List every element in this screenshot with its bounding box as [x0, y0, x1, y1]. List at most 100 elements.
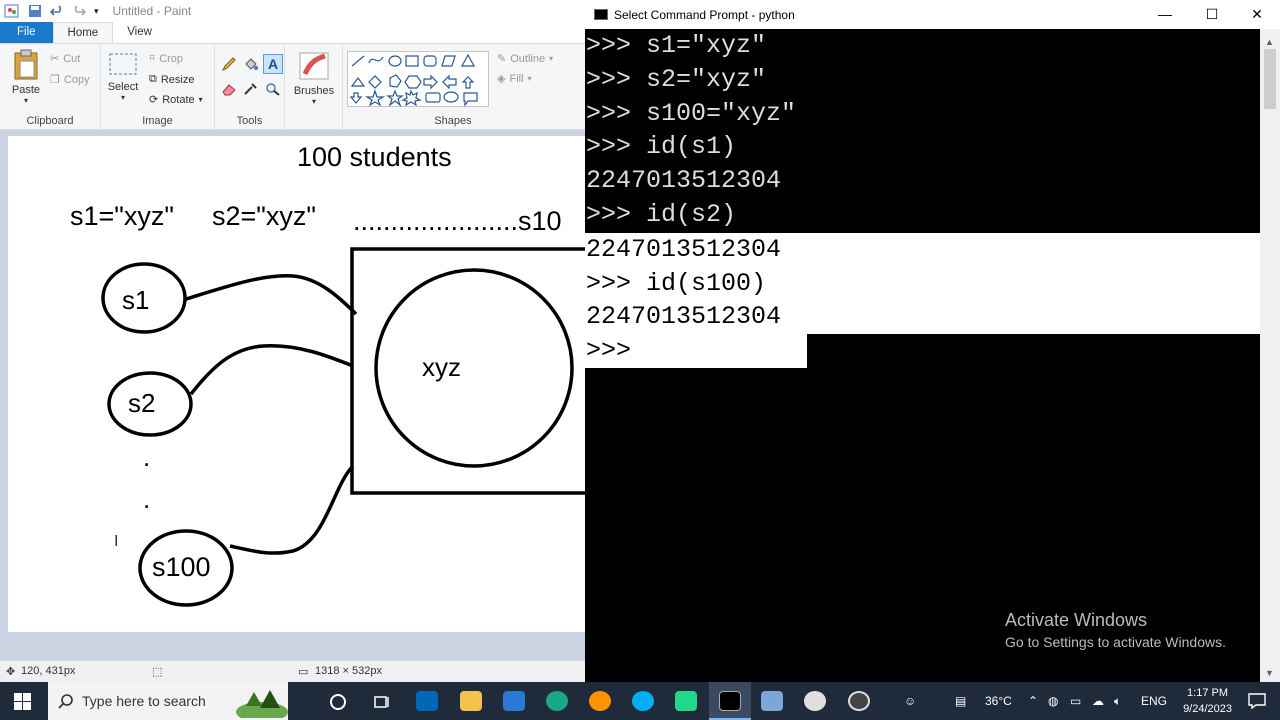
paint-taskbar-icon[interactable] [804, 691, 826, 711]
paint-app-icon [4, 4, 19, 18]
clock[interactable]: 1:17 PM 9/24/2023 [1183, 685, 1232, 717]
cmd-window-title: Select Command Prompt - python [614, 7, 795, 22]
magnifier-icon[interactable] [265, 82, 281, 96]
selection-size-icon: ⬚ [152, 666, 163, 678]
outline-button[interactable]: ✎ Outline ▾ [497, 52, 554, 66]
tray-expand-icon[interactable]: ⌃ [1028, 682, 1038, 720]
console-line: >>> s1="xyz" [586, 31, 767, 60]
ribbon: Paste ▾ ✂ Cut ❐ Copy Clipboard Select ▾ ⌗ C… [0, 44, 585, 130]
text-tool-icon[interactable]: A [263, 54, 283, 74]
brushes-dropdown-icon: ▾ [311, 97, 316, 106]
tab-file[interactable]: File [0, 22, 53, 43]
color-picker-icon[interactable] [243, 82, 259, 96]
paste-label: Paste [11, 84, 41, 96]
shapes-gallery[interactable] [347, 51, 489, 107]
cmd-taskbar-icon [719, 691, 741, 711]
search-highlight-image [236, 690, 288, 718]
arrow-s2 [189, 344, 354, 396]
scroll-up-icon[interactable]: ▲ [1265, 37, 1274, 47]
weather-icon[interactable]: ▤ [955, 682, 966, 720]
console-output[interactable]: >>> s1="xyz" >>> s2="xyz" >>> s100="xyz"… [585, 29, 1260, 682]
canvas-area: 100 students s1="xyz" s2="xyz" .........… [0, 130, 585, 660]
eraser-icon[interactable] [221, 82, 237, 96]
network-icon[interactable]: ◍ [1048, 682, 1058, 720]
fill-button[interactable]: ◈ Fill ▾ [497, 72, 532, 86]
temperature[interactable]: 36°C [985, 682, 1012, 720]
console-prompt-selected: >>> [585, 334, 807, 368]
notifications-icon[interactable] [1248, 693, 1266, 709]
drawing: 100 students s1="xyz" s2="xyz" .........… [70, 142, 585, 607]
skype-icon[interactable] [632, 691, 654, 711]
scroll-down-icon[interactable]: ▼ [1265, 668, 1274, 678]
resize-button[interactable]: ⧉ Resize [149, 73, 194, 86]
move-icon: ✥ [6, 666, 16, 678]
file-explorer-icon[interactable] [460, 691, 482, 711]
ellipsis-dot-1: . [143, 442, 150, 472]
crop-button[interactable]: ⌗ Crop [149, 52, 183, 65]
minimize-button[interactable]: — [1142, 0, 1188, 29]
redo-icon[interactable] [72, 4, 86, 18]
drawing-assignment-s1: s1="xyz" [70, 201, 174, 231]
recorder-icon[interactable] [848, 691, 870, 711]
search-box[interactable]: Type here to search [48, 682, 288, 720]
tab-view[interactable]: View [113, 22, 166, 43]
customize-qa-icon[interactable]: ▾ [94, 6, 99, 17]
resize-icon: ⧉ [149, 73, 157, 85]
cmd-taskbar-button[interactable] [709, 682, 751, 720]
rotate-dropdown-icon: ▾ [198, 95, 203, 104]
arrow-s100 [229, 464, 355, 555]
cut-button[interactable]: ✂ Cut [50, 52, 80, 66]
onedrive-icon[interactable]: ☁ [1092, 682, 1104, 720]
activate-title: Activate Windows [1005, 610, 1148, 630]
crop-label: Crop [159, 52, 184, 65]
language-indicator[interactable]: ENG [1141, 682, 1167, 720]
tools-group: A Tools [215, 44, 285, 130]
outline-label: Outline [510, 52, 546, 65]
undo-icon[interactable] [50, 4, 64, 18]
pencil-icon[interactable] [221, 56, 237, 72]
console-line: >>> id(s2) [586, 199, 737, 229]
select-button[interactable]: Select ▾ [107, 52, 139, 102]
tab-home[interactable]: Home [52, 22, 114, 43]
maximize-button[interactable]: ☐ [1189, 0, 1235, 29]
outline-dropdown-icon: ▾ [549, 54, 554, 63]
battery-icon[interactable]: ▭ [1070, 682, 1081, 720]
cmd-app-icon [594, 9, 608, 20]
brushes-button[interactable]: Brushes ▾ [291, 50, 337, 106]
fill-icon: ◈ [497, 73, 506, 85]
fill-bucket-icon[interactable] [243, 56, 259, 72]
drawing-heading: 100 students [297, 142, 452, 172]
microsoft-store-icon[interactable] [416, 691, 438, 711]
cortana-icon[interactable] [329, 693, 347, 711]
cmd-scrollbar[interactable]: ▲ ▼ [1260, 29, 1280, 682]
clock-time: 1:17 PM [1187, 687, 1229, 699]
object-label: xyz [422, 352, 461, 382]
task-view-icon[interactable] [373, 693, 391, 711]
scroll-thumb[interactable] [1264, 49, 1276, 109]
people-icon[interactable]: ☺ [904, 682, 916, 720]
scissors-icon: ✂ [50, 53, 60, 65]
console-line: 2247013512304 [586, 166, 782, 196]
close-button[interactable]: ✕ [1234, 0, 1280, 29]
ellipsis-dot-2: . [143, 484, 150, 514]
windows-start-icon[interactable] [14, 693, 31, 710]
object-circle [374, 268, 574, 468]
brushes-label: Brushes [293, 85, 335, 97]
select-dropdown-icon: ▾ [120, 93, 125, 102]
paste-button[interactable]: Paste ▾ [8, 49, 44, 105]
rotate-label: Rotate [162, 93, 195, 106]
node-s1-label: s1 [122, 285, 149, 315]
canvas-size-icon: ▭ [298, 666, 309, 678]
rotate-button[interactable]: ⟳ Rotate ▾ [149, 93, 203, 107]
pycharm-icon[interactable] [675, 691, 697, 711]
copy-button[interactable]: ❐ Copy [50, 73, 90, 87]
edge-icon[interactable] [546, 691, 568, 711]
drawing-canvas[interactable]: 100 students s1="xyz" s2="xyz" .........… [8, 136, 585, 632]
clock-date: 9/24/2023 [1183, 703, 1232, 715]
notepad-icon[interactable] [761, 691, 783, 711]
volume-icon[interactable]: 🔈︎ [1114, 682, 1121, 720]
cmd-title-bar: Select Command Prompt - python — ☐ ✕ [585, 0, 1280, 29]
mail-icon[interactable] [503, 691, 525, 711]
save-icon[interactable] [28, 4, 42, 18]
firefox-icon[interactable] [589, 691, 611, 711]
